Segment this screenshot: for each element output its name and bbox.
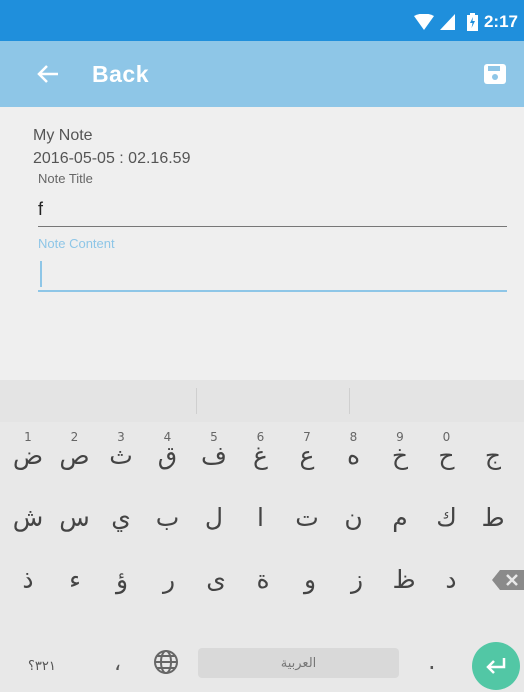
key-label: ث <box>109 441 133 470</box>
signal-icon <box>439 14 455 30</box>
note-title-input[interactable] <box>38 194 507 227</box>
key-label: ر <box>162 565 176 594</box>
keyboard-key[interactable]: ء <box>51 552 99 606</box>
key-label: ف <box>201 441 227 470</box>
key-label: ى <box>206 565 226 594</box>
keyboard-key[interactable]: ن <box>330 490 378 544</box>
period-key[interactable]: . <box>428 647 436 675</box>
keyboard-key[interactable]: و <box>286 552 334 606</box>
key-label: ة <box>256 565 270 594</box>
numbers-key[interactable]: ٣٢١؟ <box>28 659 56 674</box>
keyboard-key[interactable]: ز <box>333 552 381 606</box>
keyboard-key[interactable]: 9خ <box>376 428 424 482</box>
keyboard-key[interactable]: 8ه <box>330 428 378 482</box>
text-caret <box>40 261 42 287</box>
keyboard-key[interactable]: ط <box>469 490 517 544</box>
keyboard-key[interactable]: 4ق <box>144 428 192 482</box>
key-label: ط <box>481 503 505 532</box>
key-label: س <box>59 503 90 532</box>
keyboard-key[interactable]: ظ <box>380 552 428 606</box>
note-content-input[interactable] <box>38 258 507 292</box>
key-label: ه <box>346 441 361 470</box>
app-bar: Back <box>0 41 524 107</box>
key-label: و <box>303 565 317 594</box>
keyboard-key[interactable]: ة <box>239 552 287 606</box>
key-label: ب <box>155 503 180 532</box>
keyboard-key[interactable]: ذ <box>4 552 52 606</box>
status-icons: 2:17 <box>413 12 518 32</box>
keyboard-key[interactable]: ر <box>145 552 193 606</box>
note-title-label: Note Title <box>38 171 93 186</box>
keyboard-key[interactable]: 1ض <box>4 428 52 482</box>
keyboard-key[interactable]: ك <box>423 490 471 544</box>
key-label: ض <box>12 441 44 470</box>
keyboard-key[interactable]: 5ف <box>190 428 238 482</box>
keyboard-key[interactable]: ش <box>4 490 52 544</box>
note-date: 2016-05-05 : 02.16.59 <box>33 150 191 167</box>
note-name: My Note <box>33 127 93 144</box>
keyboard-key[interactable]: ت <box>283 490 331 544</box>
key-label: م <box>392 503 408 532</box>
suggestion-divider <box>196 388 197 414</box>
backspace-icon[interactable] <box>492 568 524 592</box>
key-label: ظ <box>392 565 416 594</box>
back-button-label[interactable]: Back <box>92 61 149 88</box>
key-label: د <box>445 565 457 594</box>
key-label: خ <box>391 441 409 470</box>
key-label: ذ <box>22 565 34 594</box>
battery-charging-icon <box>466 13 478 31</box>
key-label: ش <box>12 503 44 532</box>
key-label: ز <box>350 565 364 594</box>
suggestion-divider <box>349 388 350 414</box>
status-bar: 2:17 <box>0 0 524 41</box>
status-time: 2:17 <box>483 12 518 31</box>
key-label: ك <box>436 503 457 532</box>
floppy-disk-icon[interactable] <box>484 64 506 84</box>
key-label: ع <box>299 441 315 470</box>
keyboard-key[interactable]: ب <box>144 490 192 544</box>
key-label: ج <box>484 441 502 470</box>
keyboard-key[interactable]: 2ص <box>51 428 99 482</box>
soft-keyboard: 1ض2ص3ث4ق5ف6غ7ع8ه9خ0ح ج شسيبل ا تنمكط ذ ء ؤ ر ى ة… <box>0 380 524 692</box>
note-editor: My Note 2016-05-05 : 02.16.59 Note Title… <box>0 107 524 380</box>
key-label: ا <box>257 503 264 532</box>
keyboard-key[interactable]: 0ح <box>423 428 471 482</box>
keyboard-key[interactable]: 6غ <box>237 428 285 482</box>
keyboard-key[interactable]: د <box>427 552 475 606</box>
key-label: ق <box>157 441 178 470</box>
note-content-label: Note Content <box>38 236 115 251</box>
key-label: غ <box>253 441 268 470</box>
key-label: ح <box>438 441 455 470</box>
keyboard-key[interactable]: م <box>376 490 424 544</box>
keyboard-key[interactable]: ي <box>97 490 145 544</box>
keyboard-key[interactable]: ى <box>192 552 240 606</box>
key-label: ء <box>69 565 81 594</box>
key-label: ي <box>111 503 131 532</box>
keyboard-key[interactable]: ؤ <box>98 552 146 606</box>
key-label: ل <box>204 503 224 532</box>
wifi-icon <box>413 14 434 30</box>
key-label: ن <box>344 503 363 532</box>
keyboard-key[interactable]: ل <box>190 490 238 544</box>
enter-key[interactable] <box>472 642 520 690</box>
keyboard-key[interactable]: ج <box>469 428 517 482</box>
comma-key[interactable]: ، <box>114 651 121 676</box>
space-bar[interactable]: العربية <box>198 648 399 678</box>
keyboard-key[interactable]: 7ع <box>283 428 331 482</box>
arrow-left-icon[interactable] <box>36 63 60 85</box>
globe-icon[interactable] <box>152 648 180 676</box>
key-label: ص <box>59 441 90 470</box>
enter-arrow-icon <box>486 658 506 674</box>
key-label: ت <box>295 503 319 532</box>
key-label: ؤ <box>115 565 129 594</box>
keyboard-key[interactable]: س <box>51 490 99 544</box>
keyboard-key[interactable]: ا <box>237 490 285 544</box>
suggestion-strip <box>0 380 524 422</box>
keyboard-key[interactable]: 3ث <box>97 428 145 482</box>
